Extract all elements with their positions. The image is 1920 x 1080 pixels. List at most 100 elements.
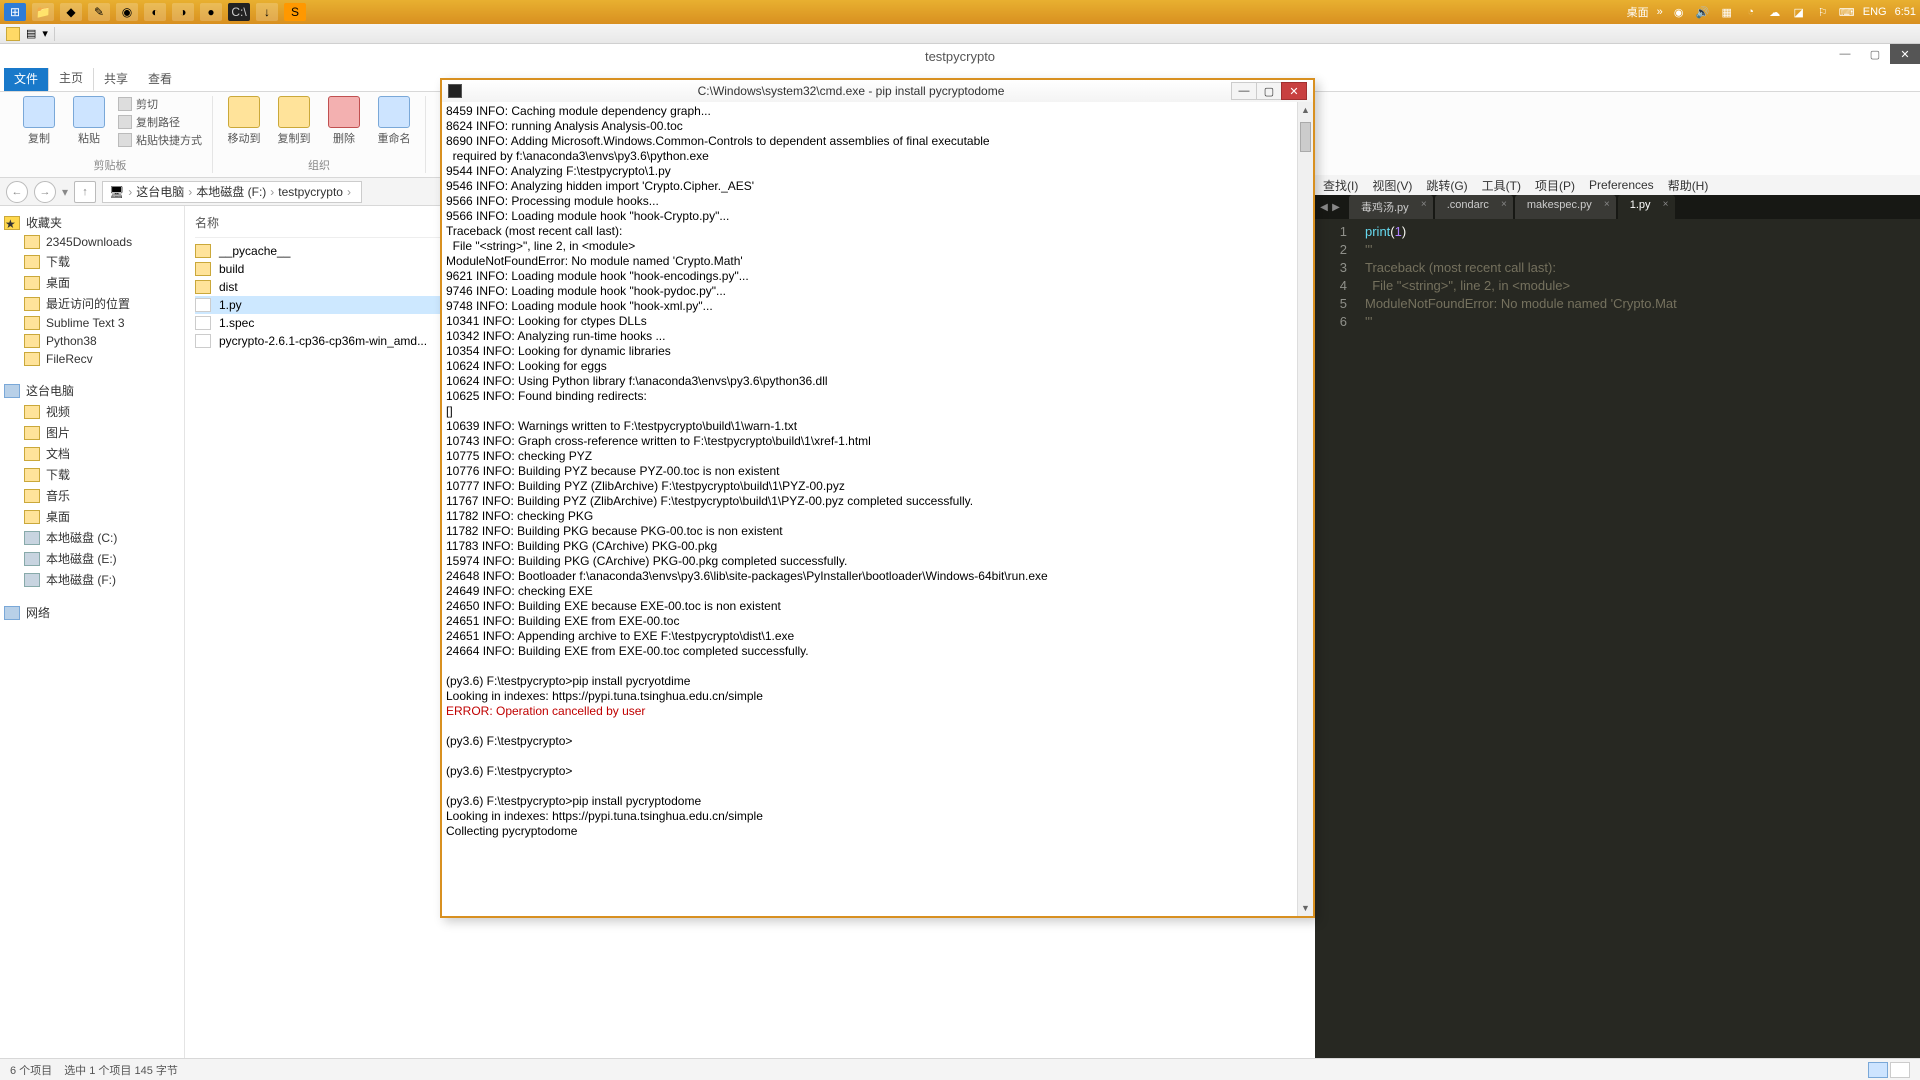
cmd-output[interactable]: 8459 INFO: Caching module dependency gra… — [442, 102, 1313, 916]
nav-item[interactable]: 桌面 — [4, 272, 180, 293]
status-item-count: 6 个项目 — [10, 1062, 52, 1078]
tray-icon[interactable]: ▦ — [1719, 4, 1735, 20]
editor-tab[interactable]: 毒鸡汤.py× — [1349, 195, 1433, 219]
sublime-window: ◀ ▶ 毒鸡汤.py×.condarc×makespec.py×1.py× 12… — [1315, 195, 1920, 1058]
rename-button[interactable]: 重命名 — [373, 96, 415, 146]
tray-icon[interactable]: ⌨ — [1839, 4, 1855, 20]
nav-item[interactable]: 本地磁盘 (F:) — [4, 569, 180, 590]
editor-tab[interactable]: .condarc× — [1435, 195, 1513, 219]
taskbar-app-explorer[interactable]: 📁 — [32, 3, 54, 21]
maximize-button[interactable]: ▢ — [1860, 44, 1890, 64]
scroll-up[interactable]: ▲ — [1298, 102, 1313, 118]
taskbar-app-3[interactable]: ◐ — [144, 3, 166, 21]
minimize-button[interactable]: — — [1231, 82, 1257, 100]
copy-to-button[interactable]: 复制到 — [273, 96, 315, 146]
close-tab-icon[interactable]: × — [1421, 199, 1427, 210]
tab-scroll-right[interactable]: ▶ — [1329, 199, 1343, 215]
start-button[interactable]: ⊞ — [4, 3, 26, 21]
nav-item[interactable]: 本地磁盘 (E:) — [4, 548, 180, 569]
crumb[interactable]: testpycrypto — [278, 185, 343, 199]
nav-network-header[interactable]: 网络 — [4, 604, 180, 621]
paste-button[interactable]: 粘贴 — [68, 96, 110, 146]
editor-tab[interactable]: 1.py× — [1618, 195, 1675, 219]
ribbon-tab-view[interactable]: 查看 — [138, 66, 182, 91]
nav-item[interactable]: 视频 — [4, 401, 180, 422]
cmd-titlebar[interactable]: C:\Windows\system32\cmd.exe - pip instal… — [442, 80, 1313, 102]
ribbon-tab-share[interactable]: 共享 — [94, 66, 138, 91]
ribbon-tab-file[interactable]: 文件 — [4, 66, 48, 91]
nav-item[interactable]: Python38 — [4, 332, 180, 350]
crumb[interactable]: 本地磁盘 (F:) — [196, 183, 266, 200]
tray-clock[interactable]: 6:51 — [1895, 6, 1916, 18]
close-tab-icon[interactable]: × — [1501, 199, 1507, 210]
close-button[interactable]: ✕ — [1281, 82, 1307, 100]
nav-item[interactable]: 下载 — [4, 464, 180, 485]
scroll-down[interactable]: ▼ — [1298, 900, 1313, 916]
tray-icon[interactable]: ◔ — [1743, 4, 1759, 20]
move-to-button[interactable]: 移动到 — [223, 96, 265, 146]
nav-computer-header[interactable]: 这台电脑 — [4, 382, 180, 399]
up-button[interactable]: ↑ — [74, 181, 96, 203]
breadcrumb[interactable]: 🖥 › 这台电脑 › 本地磁盘 (F:) › testpycrypto › — [102, 181, 362, 203]
copy-path-button[interactable]: 复制路径 — [118, 114, 202, 130]
delete-button[interactable]: 删除 — [323, 96, 365, 146]
qat-btn[interactable]: ▤ — [26, 27, 36, 40]
nav-item[interactable]: Sublime Text 3 — [4, 314, 180, 332]
taskbar-app-1[interactable]: ◆ — [60, 3, 82, 21]
nav-item[interactable]: 文档 — [4, 443, 180, 464]
menu-item[interactable]: 跳转(G) — [1426, 177, 1467, 194]
nav-item[interactable]: 图片 — [4, 422, 180, 443]
close-tab-icon[interactable]: × — [1604, 199, 1610, 210]
close-button[interactable]: ✕ — [1890, 44, 1920, 64]
forward-button[interactable]: → — [34, 181, 56, 203]
menu-item[interactable]: 查找(I) — [1323, 177, 1358, 194]
taskbar-app-5[interactable]: ● — [200, 3, 222, 21]
copy-button[interactable]: 复制 — [18, 96, 60, 146]
tray-icon[interactable]: ◪ — [1791, 4, 1807, 20]
tray-label-desktop[interactable]: 桌面 — [1627, 4, 1649, 20]
nav-favorites-header[interactable]: ★收藏夹 — [4, 214, 180, 231]
view-details-button[interactable] — [1868, 1062, 1888, 1078]
scroll-thumb[interactable] — [1300, 122, 1311, 152]
menu-item[interactable]: 项目(P) — [1535, 177, 1575, 194]
view-icons-button[interactable] — [1890, 1062, 1910, 1078]
ribbon-tab-home[interactable]: 主页 — [48, 64, 94, 91]
tray-icon[interactable]: 🔊 — [1695, 4, 1711, 20]
crumb[interactable]: 这台电脑 — [136, 183, 184, 200]
menu-item[interactable]: 工具(T) — [1482, 177, 1521, 194]
line-gutter: 123456 — [1315, 219, 1355, 1058]
folder-icon — [6, 27, 20, 41]
code-area[interactable]: print(1) ''' Traceback (most recent call… — [1355, 219, 1920, 1058]
taskbar-app-cmd[interactable]: C:\ — [228, 3, 250, 21]
sublime-editor[interactable]: 123456 print(1) ''' Traceback (most rece… — [1315, 219, 1920, 1058]
nav-item[interactable]: 最近访问的位置 — [4, 293, 180, 314]
taskbar-app-chrome[interactable]: ◉ — [116, 3, 138, 21]
menu-item[interactable]: 视图(V) — [1372, 177, 1412, 194]
menu-item[interactable]: 帮助(H) — [1668, 177, 1709, 194]
tray-icon[interactable]: ⚐ — [1815, 4, 1831, 20]
taskbar-app-2[interactable]: ✎ — [88, 3, 110, 21]
tray-icon[interactable]: ☁ — [1767, 4, 1783, 20]
tray-language[interactable]: ENG — [1863, 6, 1887, 18]
maximize-button[interactable]: ▢ — [1256, 82, 1282, 100]
qat-btn[interactable]: ▾ — [42, 27, 48, 40]
recent-locations[interactable]: ▾ — [62, 185, 68, 199]
back-button[interactable]: ← — [6, 181, 28, 203]
paste-shortcut-button[interactable]: 粘贴快捷方式 — [118, 132, 202, 148]
nav-item[interactable]: 下载 — [4, 251, 180, 272]
nav-item[interactable]: 桌面 — [4, 506, 180, 527]
menu-item[interactable]: Preferences — [1589, 178, 1654, 192]
nav-item[interactable]: 本地磁盘 (C:) — [4, 527, 180, 548]
taskbar-app-6[interactable]: ↓ — [256, 3, 278, 21]
tray-icon[interactable]: ◉ — [1671, 4, 1687, 20]
editor-tab[interactable]: makespec.py× — [1515, 195, 1616, 219]
nav-item[interactable]: 2345Downloads — [4, 233, 180, 251]
scrollbar[interactable]: ▲ ▼ — [1297, 102, 1313, 916]
taskbar-app-sublime[interactable]: S — [284, 3, 306, 21]
close-tab-icon[interactable]: × — [1663, 199, 1669, 210]
nav-item[interactable]: FileRecv — [4, 350, 180, 368]
cut-button[interactable]: 剪切 — [118, 96, 202, 112]
minimize-button[interactable]: — — [1830, 44, 1860, 64]
taskbar-app-4[interactable]: ◑ — [172, 3, 194, 21]
nav-item[interactable]: 音乐 — [4, 485, 180, 506]
